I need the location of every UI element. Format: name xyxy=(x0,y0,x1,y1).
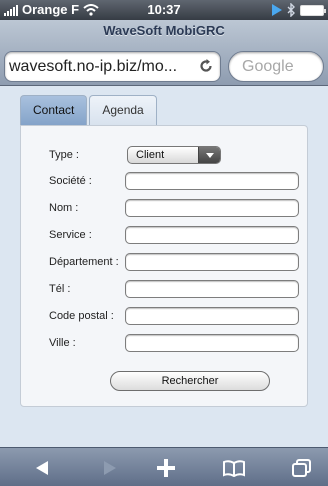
url-field[interactable]: wavesoft.no-ip.biz/mo... xyxy=(4,51,221,82)
field-label: Ville : xyxy=(49,337,76,349)
bluetooth-icon xyxy=(287,3,295,17)
tab-agenda[interactable]: Agenda xyxy=(89,95,157,125)
field-label: Département : xyxy=(49,256,119,268)
back-arrow-icon[interactable] xyxy=(22,454,62,482)
type-select[interactable]: Client xyxy=(127,146,221,164)
status-bar: Orange F 10:37 xyxy=(0,0,328,20)
forward-arrow-icon[interactable] xyxy=(90,454,130,482)
form-row-nom: Nom : xyxy=(21,199,307,219)
reload-icon[interactable] xyxy=(198,58,214,74)
browser-chrome: WaveSoft MobiGRC wavesoft.no-ip.biz/mo..… xyxy=(0,20,328,86)
plus-icon[interactable] xyxy=(146,454,186,482)
type-select-value: Client xyxy=(136,149,165,161)
field-label: Code postal : xyxy=(49,310,114,322)
form-row-service: Service : xyxy=(21,226,307,246)
url-text: wavesoft.no-ip.biz/mo... xyxy=(9,58,178,75)
search-placeholder: Google xyxy=(242,58,294,75)
form-row-tel: Tél : xyxy=(21,280,307,300)
form-row-type: Type : Client xyxy=(21,146,307,166)
departement-input[interactable] xyxy=(125,253,299,271)
battery-icon xyxy=(300,4,326,16)
ville-input[interactable] xyxy=(125,334,299,352)
field-label: Société : xyxy=(49,175,92,187)
form-row-departement: Département : xyxy=(21,253,307,273)
field-label: Type : xyxy=(49,149,79,161)
tab-contact[interactable]: Contact xyxy=(20,95,88,125)
form-row-code-postal: Code postal : xyxy=(21,307,307,327)
search-field[interactable]: Google xyxy=(228,51,324,82)
play-icon xyxy=(272,4,282,16)
page-content: Contact Agenda Type : Client Société : N… xyxy=(0,87,328,447)
chevron-down-icon xyxy=(198,147,220,163)
search-form-panel: Type : Client Société : Nom : Service : … xyxy=(20,125,308,407)
nom-input[interactable] xyxy=(125,199,299,217)
field-label: Service : xyxy=(49,229,92,241)
tel-input[interactable] xyxy=(125,280,299,298)
bookmarks-book-icon[interactable] xyxy=(214,454,254,482)
form-row-societe: Société : xyxy=(21,172,307,192)
field-label: Nom : xyxy=(49,202,79,214)
field-label: Tél : xyxy=(49,283,71,295)
pages-icon[interactable] xyxy=(282,454,322,482)
rechercher-button[interactable]: Rechercher xyxy=(110,371,270,391)
phone-screen: Orange F 10:37 WaveSoft MobiGRC wavesoft… xyxy=(0,0,328,486)
page-title: WaveSoft MobiGRC xyxy=(103,23,225,38)
tab-bar: Contact Agenda xyxy=(20,95,157,125)
form-row-ville: Ville : xyxy=(21,334,307,354)
code-postal-input[interactable] xyxy=(125,307,299,325)
browser-toolbar xyxy=(0,447,328,486)
service-input[interactable] xyxy=(125,226,299,244)
societe-input[interactable] xyxy=(125,172,299,190)
